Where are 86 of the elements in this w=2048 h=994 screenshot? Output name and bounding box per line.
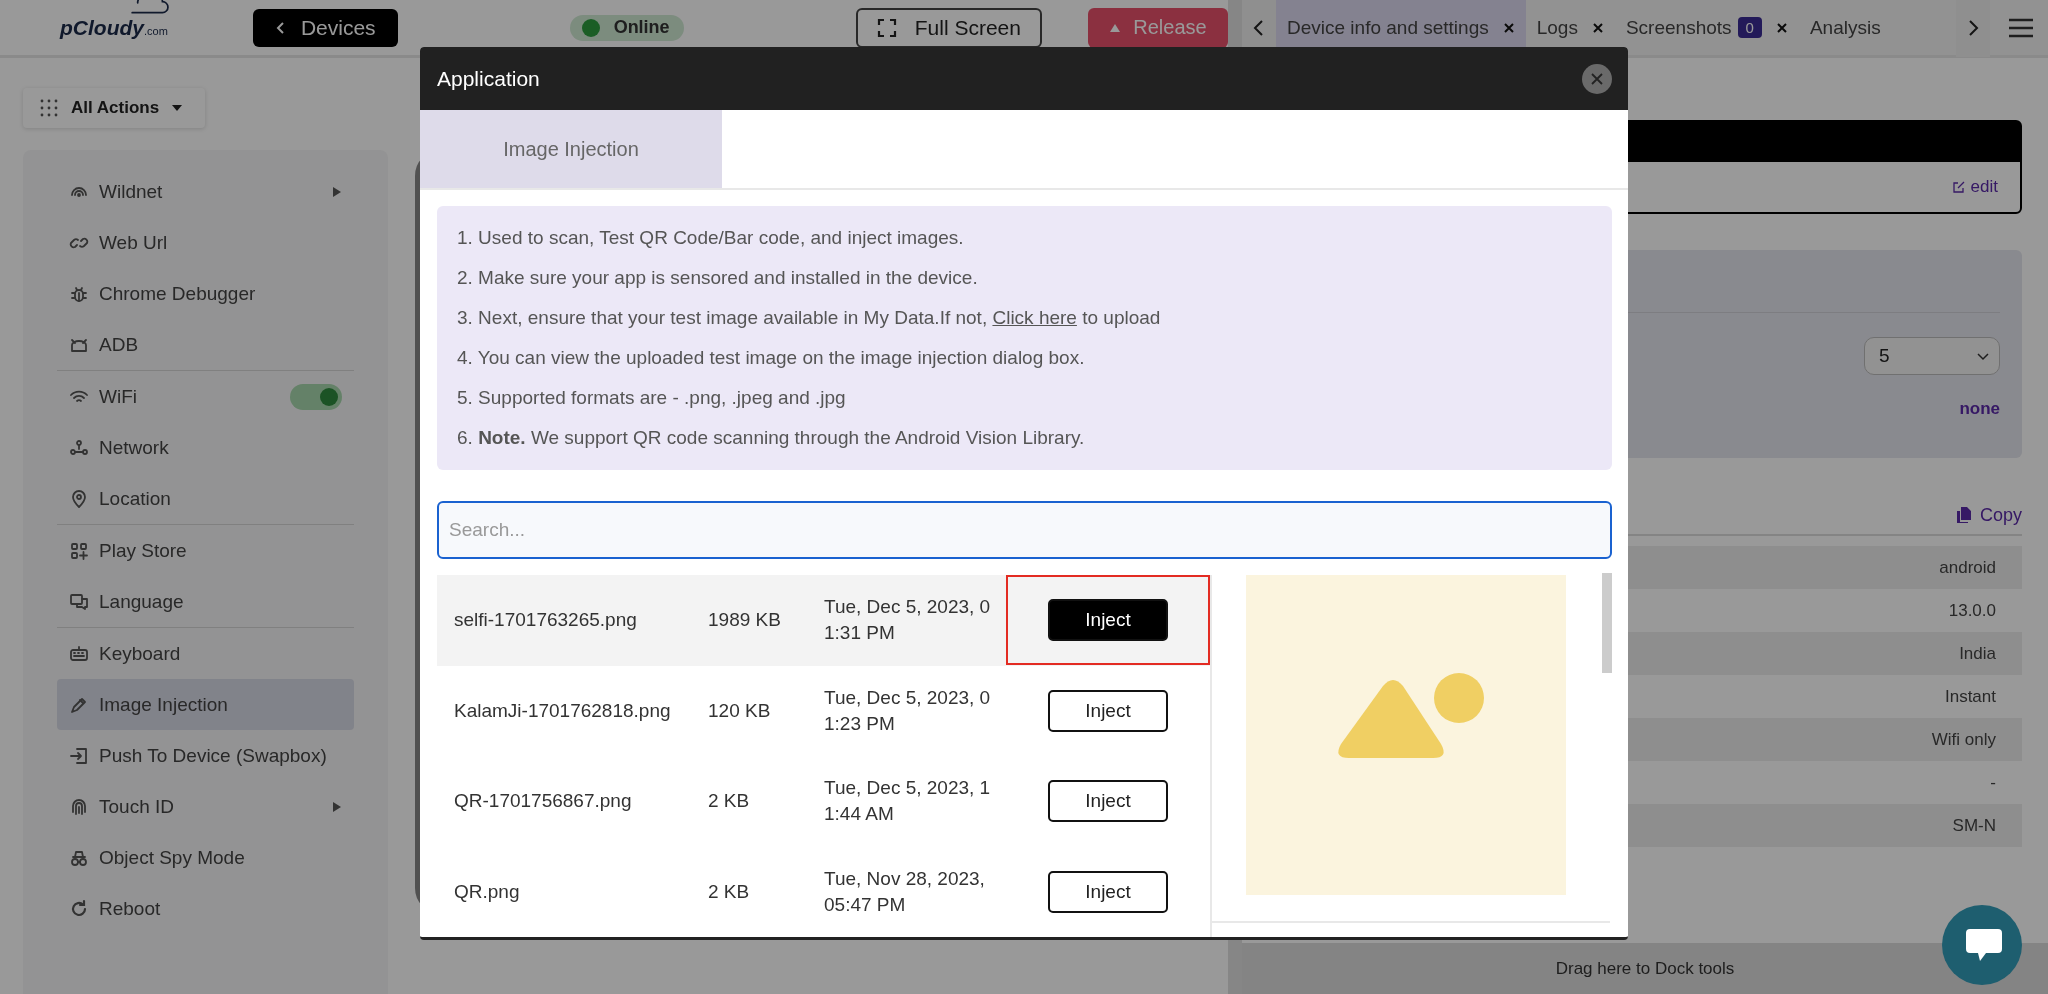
chevron-left-icon [274, 21, 287, 34]
file-row[interactable]: KalamJi-1701762818.png 120 KB Tue, Dec 5, 2023, 01:23 PM Inject [437, 665, 1210, 756]
menu-item[interactable]: Image Injection [57, 679, 354, 730]
logo-suffix: .com [144, 24, 168, 37]
release-button[interactable]: Release [1088, 7, 1228, 48]
count-badge: 0 [1737, 17, 1762, 38]
search-field[interactable]: Search... [437, 501, 1612, 559]
file-size: 2 KB [708, 880, 751, 903]
fingerprint-icon [69, 796, 89, 817]
dialog-title: Application [437, 66, 540, 91]
info-value: 13.0.0 [1947, 599, 1997, 622]
instruction-text: 1. Used to scan, Test QR Code/Bar code, and inject images. [457, 226, 965, 250]
file-row[interactable]: QR.png 2 KB Tue, Nov 28, 2023, 05:47 PM Inject [437, 846, 1210, 937]
caret-right-icon [332, 800, 342, 813]
apps-grid-icon [69, 540, 89, 561]
menu-item[interactable]: Push To Device (Swapbox) [57, 730, 354, 781]
file-date: Tue, Dec 5, 2023, 01:23 PM [824, 685, 992, 736]
copy-link[interactable]: Copy [1953, 504, 2022, 526]
file-name: selfi-1701763265.png [454, 608, 638, 633]
file-name: QR.png [454, 879, 521, 904]
scrollbar[interactable] [1602, 573, 1612, 673]
menu-item[interactable]: Wildnet [57, 166, 354, 217]
inject-button[interactable]: Inject [1048, 599, 1168, 642]
file-size: 1989 KB [708, 609, 782, 632]
menu-item[interactable]: Keyboard [57, 628, 354, 679]
reload-icon [69, 898, 89, 919]
info-value: Instant [1943, 685, 1997, 708]
upload-link[interactable]: Click here [992, 307, 1077, 328]
file-row[interactable]: selfi-1701763265.png 1989 KB Tue, Dec 5, 2023, 01:31 PM Inject [437, 575, 1210, 666]
menu-item[interactable]: Play Store [57, 525, 354, 576]
status-label: Online [613, 17, 670, 38]
chat-icon [69, 591, 89, 612]
close-icon [1591, 72, 1603, 85]
inject-button[interactable]: Inject [1048, 689, 1168, 732]
close-icon[interactable] [1775, 21, 1788, 34]
menu-item[interactable]: Object Spy Mode [57, 832, 354, 883]
instruction-text: 2. Make sure your app is sensored and installed in the device. [457, 266, 979, 290]
edit-icon [1952, 181, 1965, 193]
dropdown[interactable]: 5 [1864, 337, 2000, 375]
instruction-text: 4. You can view the uploaded test image on the image injection dialog box. [457, 346, 1086, 370]
dots-grid-icon [39, 98, 59, 118]
all-actions-button[interactable]: All Actions [23, 88, 205, 128]
back-button[interactable]: Devices [252, 8, 398, 47]
menu-icon[interactable] [2008, 17, 2034, 38]
instruction-text: 3. Next, ensure that your test image available in My Data.If not, Click here to upload [457, 306, 1162, 330]
menu-item[interactable]: Network [57, 422, 354, 473]
menu-item[interactable]: Reboot [57, 883, 354, 934]
close-button[interactable] [1582, 63, 1612, 94]
menu-item[interactable]: Touch ID [57, 781, 354, 832]
menu-item[interactable]: Chrome Debugger [57, 268, 354, 319]
file-size: 2 KB [708, 790, 751, 813]
panel-tab[interactable]: Analysis [1798, 0, 1892, 57]
menu-item[interactable]: Language [57, 576, 354, 627]
instruction-text: 5. Supported formats are - .png, .jpeg and .jpg [457, 386, 847, 410]
setting-value: none [1959, 399, 2000, 419]
caret-right-icon [332, 185, 342, 198]
menu-item[interactable]: WiFi [57, 371, 354, 422]
close-icon[interactable] [1502, 21, 1515, 34]
file-date: Tue, Dec 5, 2023, 11:44 AM [824, 776, 992, 827]
dialog-tab[interactable]: Image Injection [420, 110, 722, 188]
file-date: Tue, Nov 28, 2023, 05:47 PM [824, 866, 986, 917]
network-icon [69, 437, 89, 458]
file-name: KalamJi-1701762818.png [454, 698, 672, 723]
inject-button[interactable]: Inject [1048, 870, 1168, 913]
menu-item[interactable]: Location [57, 473, 354, 524]
file-row[interactable]: QR-1701756867.png 2 KB Tue, Dec 5, 2023, 11:44 AM Inject [437, 756, 1210, 847]
toggle-switch[interactable] [290, 383, 342, 410]
menu-item[interactable]: Web Url [57, 217, 354, 268]
location-pin-icon [69, 488, 89, 509]
login-icon [69, 745, 89, 766]
instruction-text: 6. Note. We support QR code scanning through the Android Vision Library. [457, 426, 1086, 450]
expand-icon [876, 17, 897, 38]
inject-button[interactable]: Inject [1048, 780, 1168, 823]
info-value: - [1989, 771, 1997, 794]
panel-tab[interactable]: Logs [1525, 0, 1615, 57]
logo-text: pCloudy [60, 15, 144, 40]
file-date: Tue, Dec 5, 2023, 01:31 PM [824, 595, 992, 646]
menu-item[interactable]: ADB [57, 319, 354, 370]
file-size: 120 KB [708, 699, 772, 722]
edit-link[interactable]: edit [1952, 177, 1998, 197]
keyboard-icon [69, 643, 89, 664]
file-name: QR-1701756867.png [454, 789, 633, 814]
chevron-down-icon [1977, 350, 1989, 362]
full-screen-button[interactable]: Full Screen [855, 7, 1042, 48]
dock-area: Drag here to Dock tools [1242, 943, 2048, 994]
close-icon[interactable] [1591, 21, 1604, 34]
